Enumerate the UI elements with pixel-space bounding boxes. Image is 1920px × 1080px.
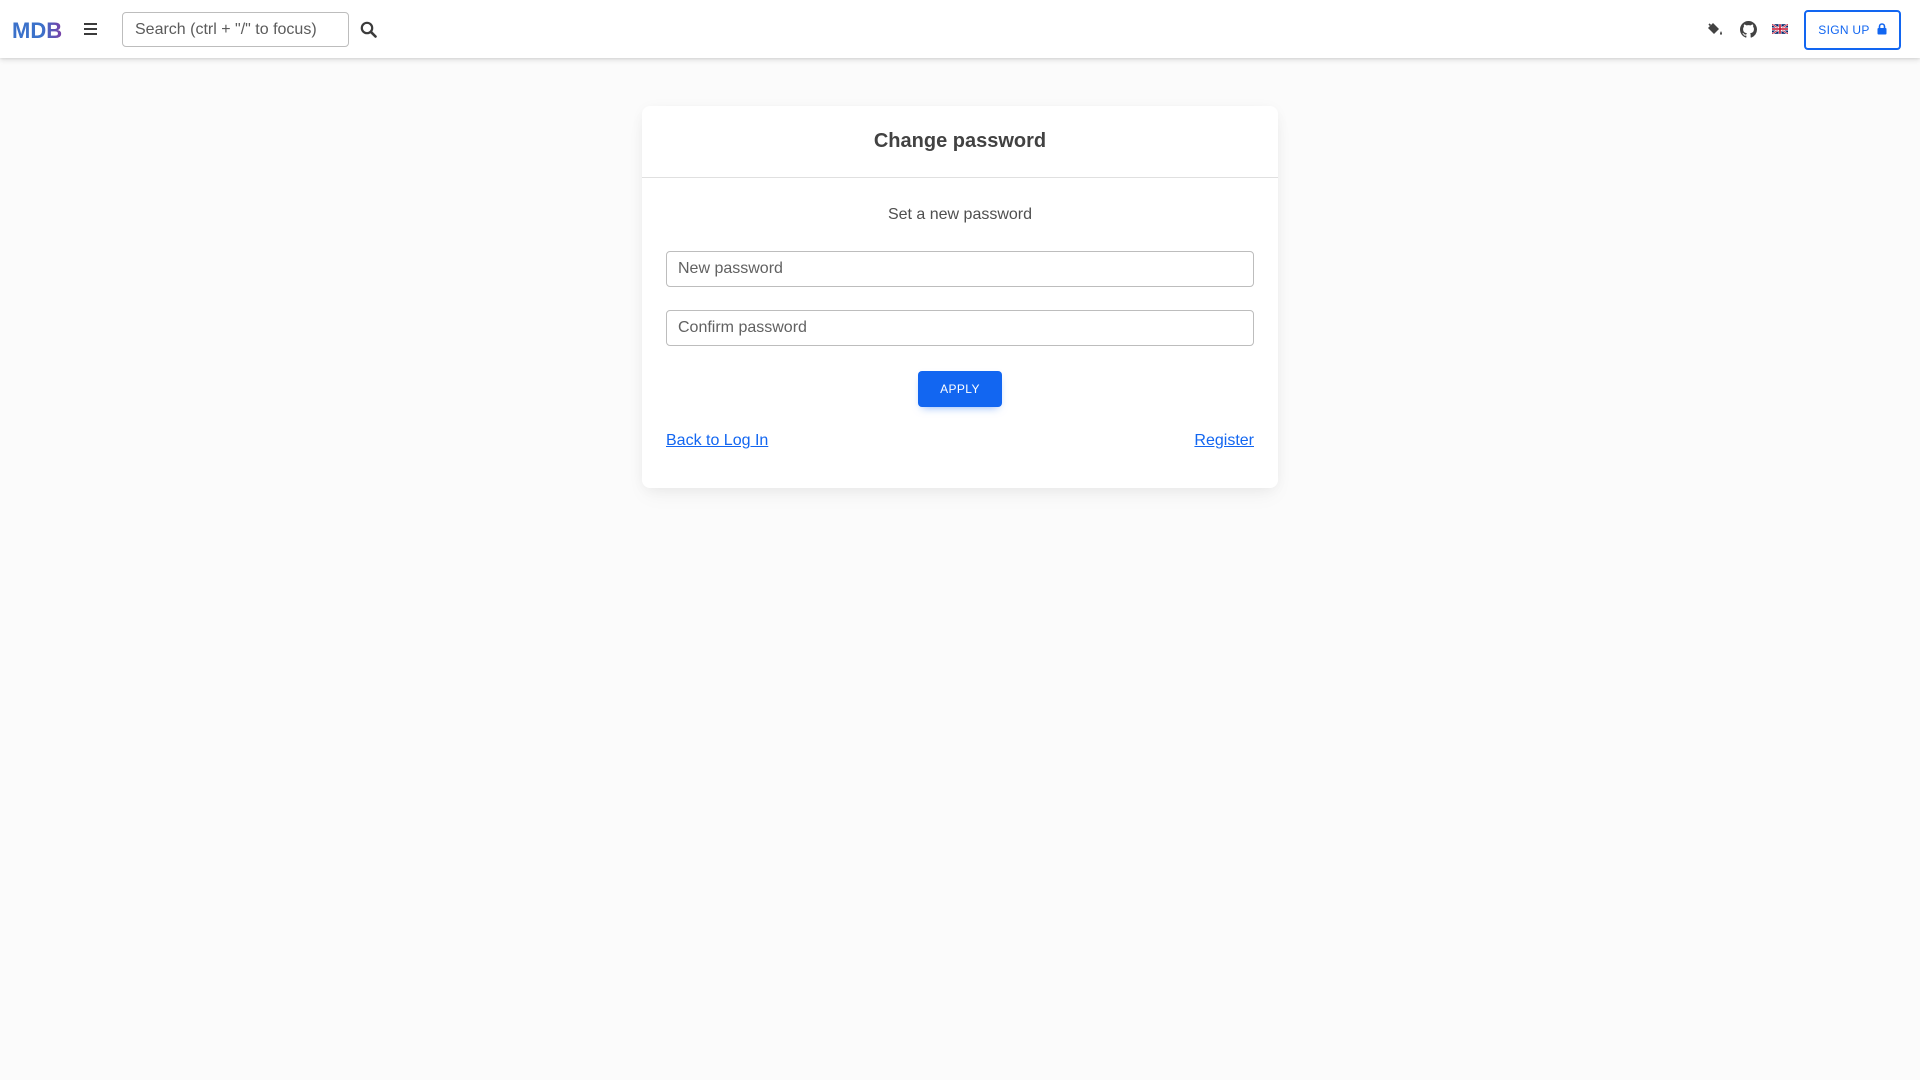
sign-up-label: SIGN UP [1818,23,1870,37]
hamburger-menu-icon[interactable] [82,18,100,40]
github-icon[interactable] [1737,18,1759,40]
register-link[interactable]: Register [1194,432,1254,450]
search-icon[interactable] [355,17,381,41]
paint-bucket-icon[interactable] [1704,18,1726,40]
new-password-field[interactable] [666,251,1254,287]
apply-button[interactable]: APPLY [918,371,1002,407]
navbar: MDB SIGN UP [0,0,1920,58]
uk-flag-icon[interactable] [1769,18,1791,40]
search-input[interactable] [122,12,349,47]
lock-icon [1877,22,1887,38]
card-header: Change password [642,106,1278,178]
confirm-password-field[interactable] [666,310,1254,346]
card-subtitle: Set a new password [887,206,1033,223]
sign-up-button[interactable]: SIGN UP [1804,10,1901,50]
back-to-login-link[interactable]: Back to Log In [666,432,768,450]
change-password-card: Change password Set a new password APPLY… [642,106,1278,488]
page-title: Change password [873,130,1047,152]
svg-text:MDB: MDB [12,18,62,41]
mdb-logo[interactable]: MDB [12,17,66,43]
